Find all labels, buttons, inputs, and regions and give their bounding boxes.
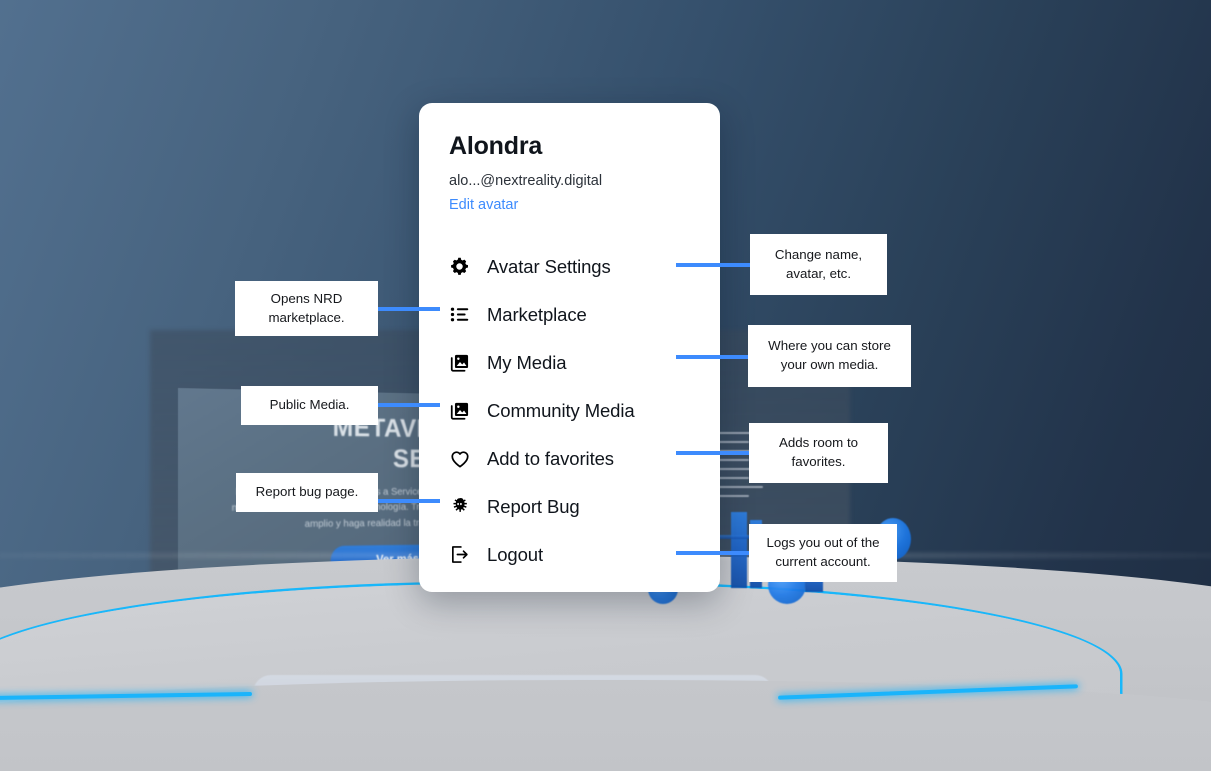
user-name: Alondra: [449, 132, 543, 160]
menu-item-label: Report Bug: [487, 495, 580, 517]
menu-item-add-to-favorites[interactable]: Add to favorites: [419, 435, 720, 483]
callout-add-to-favorites: Adds room to favorites.: [749, 423, 888, 483]
callout-text: Report bug page.: [255, 484, 359, 500]
menu-item-marketplace[interactable]: Marketplace: [419, 291, 720, 339]
connector-logout: [676, 551, 752, 555]
callout-report-bug: Report bug page.: [236, 473, 378, 512]
connector-avatar-settings: [676, 263, 752, 267]
scene-prop-box-a: [731, 512, 747, 588]
callout-text: Public Media.: [269, 397, 350, 413]
gear-icon: [449, 255, 475, 279]
panel-header: Alondra alo...@nextreality.digital Edit …: [419, 103, 720, 214]
callout-text: Adds room to favorites.: [778, 435, 859, 469]
callout-text: Opens NRD marketplace.: [268, 290, 345, 325]
callout-text: Logs you out of the current account.: [766, 535, 880, 569]
callout-text: Where you can store your own media.: [768, 338, 891, 372]
list-icon: [449, 303, 475, 327]
menu-item-my-media[interactable]: My Media: [419, 339, 720, 387]
callout-my-media: Where you can store your own media.: [748, 325, 911, 387]
menu-item-community-media[interactable]: Community Media: [419, 387, 720, 435]
callout-text: Change name, avatar, etc.: [774, 246, 863, 281]
app-root: METAVERSO COMO SERVICIO Nuestro servicio…: [0, 0, 1211, 771]
menu-item-label: Marketplace: [487, 303, 587, 325]
connector-marketplace: [378, 307, 440, 311]
heart-icon: [449, 447, 475, 471]
menu-item-label: Add to favorites: [487, 447, 614, 469]
menu-item-label: Community Media: [487, 399, 635, 421]
connector-add-to-favorites: [676, 451, 752, 455]
connector-community-media: [378, 403, 440, 407]
callout-community-media: Public Media.: [241, 386, 378, 425]
menu-list: Avatar Settings Marketplace My Media Com…: [419, 243, 720, 579]
edit-avatar-link[interactable]: Edit avatar: [449, 197, 518, 213]
menu-item-avatar-settings[interactable]: Avatar Settings: [419, 243, 720, 291]
callout-logout: Logs you out of the current account.: [749, 524, 897, 582]
connector-my-media: [676, 355, 752, 359]
callout-avatar-settings: Change name, avatar, etc.: [750, 234, 887, 295]
menu-item-logout[interactable]: Logout: [419, 531, 720, 579]
bug-icon: [449, 495, 475, 519]
media-stack-icon: [449, 399, 475, 423]
menu-item-report-bug[interactable]: Report Bug: [419, 483, 720, 531]
menu-item-label: Avatar Settings: [487, 255, 611, 277]
connector-report-bug: [378, 499, 440, 503]
menu-item-label: My Media: [487, 351, 567, 373]
logout-icon: [449, 543, 475, 567]
user-menu-panel: Alondra alo...@nextreality.digital Edit …: [419, 103, 720, 592]
callout-marketplace: Opens NRD marketplace.: [235, 281, 378, 336]
user-email: alo...@nextreality.digital: [449, 172, 603, 189]
media-stack-icon: [449, 351, 475, 375]
menu-item-label: Logout: [487, 543, 543, 565]
